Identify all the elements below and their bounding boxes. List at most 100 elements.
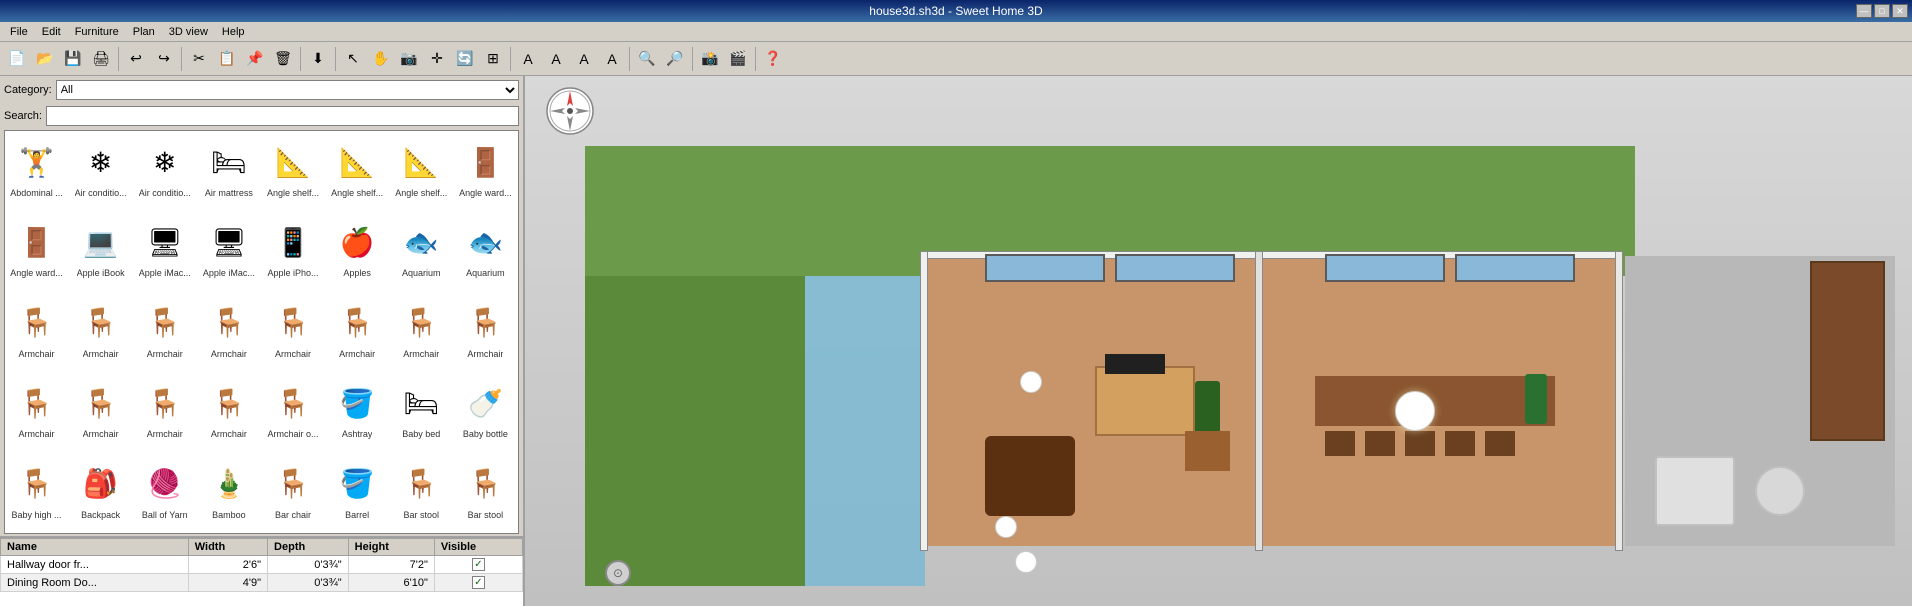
checkbox-visible-0[interactable]	[472, 558, 485, 571]
col-width[interactable]: Width	[188, 539, 267, 556]
save-button[interactable]: 💾	[60, 46, 86, 72]
paste-button[interactable]: 📌	[242, 46, 268, 72]
checkbox-visible-1[interactable]	[472, 576, 485, 589]
move-tool[interactable]: ✛	[424, 46, 450, 72]
select-tool[interactable]: ↖	[340, 46, 366, 72]
furniture-item-37[interactable]: 🪣 Barrel	[326, 453, 389, 533]
furniture-item-10[interactable]: 🖥 Apple iMac...	[133, 211, 196, 291]
furniture-item-15[interactable]: 🐟 Aquarium	[454, 211, 517, 291]
furniture-item-9[interactable]: 💻 Apple iBook	[69, 211, 132, 291]
separator-4	[335, 47, 336, 71]
furniture-item-0[interactable]: 🏋 Abdominal ...	[5, 131, 68, 211]
furniture-item-17[interactable]: 🪑 Armchair	[69, 292, 132, 372]
furniture-item-20[interactable]: 🪑 Armchair	[262, 292, 325, 372]
compass[interactable]	[545, 86, 595, 136]
titlebar-buttons[interactable]: — □ ✕	[1856, 4, 1908, 18]
undo-button[interactable]: ↩	[123, 46, 149, 72]
col-height[interactable]: Height	[348, 539, 434, 556]
furniture-item-24[interactable]: 🪑 Armchair	[5, 372, 68, 452]
furniture-item-3[interactable]: 🛏 Air mattress	[197, 131, 260, 211]
furniture-item-2[interactable]: ❄ Air conditio...	[133, 131, 196, 211]
menu-plan[interactable]: Plan	[127, 24, 161, 40]
furniture-item-28[interactable]: 🪑 Armchair o...	[262, 372, 325, 452]
furniture-item-4[interactable]: 📐 Angle shelf...	[262, 131, 325, 211]
table-row-0[interactable]: Hallway door fr... 2'6" 0'3¾" 7'2"	[1, 556, 523, 574]
separator-5	[510, 47, 511, 71]
col-visible[interactable]: Visible	[434, 539, 522, 556]
minimize-button[interactable]: —	[1856, 4, 1872, 18]
furniture-item-34[interactable]: 🧶 Ball of Yarn	[133, 453, 196, 533]
video-button[interactable]: 🎬	[725, 46, 751, 72]
print-button[interactable]: 🖨	[88, 46, 114, 72]
scene-3d[interactable]: ⊙	[525, 76, 1912, 606]
text-tool[interactable]: A	[515, 46, 541, 72]
furniture-item-16[interactable]: 🪑 Armchair	[5, 292, 68, 372]
furniture-item-36[interactable]: 🪑 Bar chair	[262, 453, 325, 533]
furniture-item-21[interactable]: 🪑 Armchair	[326, 292, 389, 372]
furniture-item-30[interactable]: 🛏 Baby bed	[390, 372, 453, 452]
furniture-item-31[interactable]: 🍼 Baby bottle	[454, 372, 517, 452]
zoom-out-button[interactable]: 🔎	[662, 46, 688, 72]
text3-tool[interactable]: A	[571, 46, 597, 72]
furniture-item-29[interactable]: 🪣 Ashtray	[326, 372, 389, 452]
menu-3dview[interactable]: 3D view	[163, 24, 214, 40]
import-button[interactable]: ⬇	[305, 46, 331, 72]
menu-help[interactable]: Help	[216, 24, 251, 40]
camera-tool[interactable]: 📷	[396, 46, 422, 72]
menu-file[interactable]: File	[4, 24, 34, 40]
nav-indicator[interactable]: ⊙	[605, 560, 631, 586]
furniture-thumb-26: 🪑	[139, 377, 191, 429]
menu-furniture[interactable]: Furniture	[69, 24, 125, 40]
category-select[interactable]: All Bathroom Bedroom Dining room Kitchen…	[56, 80, 519, 100]
furniture-item-18[interactable]: 🪑 Armchair	[133, 292, 196, 372]
pan-tool[interactable]: ✋	[368, 46, 394, 72]
furniture-item-26[interactable]: 🪑 Armchair	[133, 372, 196, 452]
furniture-item-25[interactable]: 🪑 Armchair	[69, 372, 132, 452]
furniture-label-11: Apple iMac...	[203, 268, 255, 278]
redo-button[interactable]: ↪	[151, 46, 177, 72]
furniture-item-12[interactable]: 📱 Apple iPho...	[262, 211, 325, 291]
separator-6	[629, 47, 630, 71]
furniture-item-7[interactable]: 🚪 Angle ward...	[454, 131, 517, 211]
text2-tool[interactable]: A	[543, 46, 569, 72]
zoom-in-button[interactable]: 🔍	[634, 46, 660, 72]
cell-visible-0[interactable]	[434, 556, 522, 574]
furniture-item-38[interactable]: 🪑 Bar stool	[390, 453, 453, 533]
right-panel[interactable]: ⊙	[525, 76, 1912, 606]
furniture-item-27[interactable]: 🪑 Armchair	[197, 372, 260, 452]
close-button[interactable]: ✕	[1892, 4, 1908, 18]
furniture-thumb-31: 🍼	[459, 377, 511, 429]
resize-tool[interactable]: ⊞	[480, 46, 506, 72]
furniture-item-33[interactable]: 🎒 Backpack	[69, 453, 132, 533]
rotate-tool[interactable]: 🔄	[452, 46, 478, 72]
furniture-item-23[interactable]: 🪑 Armchair	[454, 292, 517, 372]
copy-button[interactable]: 📋	[214, 46, 240, 72]
open-button[interactable]: 📂	[32, 46, 58, 72]
new-button[interactable]: 📄	[4, 46, 30, 72]
help-button[interactable]: ❓	[760, 46, 786, 72]
furniture-item-32[interactable]: 🪑 Baby high ...	[5, 453, 68, 533]
col-depth[interactable]: Depth	[268, 539, 349, 556]
cut-button[interactable]: ✂	[186, 46, 212, 72]
menu-edit[interactable]: Edit	[36, 24, 67, 40]
delete-button[interactable]: 🗑	[270, 46, 296, 72]
furniture-item-19[interactable]: 🪑 Armchair	[197, 292, 260, 372]
furniture-item-39[interactable]: 🪑 Bar stool	[454, 453, 517, 533]
text4-tool[interactable]: A	[599, 46, 625, 72]
search-input[interactable]	[46, 106, 519, 126]
furniture-item-14[interactable]: 🐟 Aquarium	[390, 211, 453, 291]
cell-visible-1[interactable]	[434, 574, 522, 592]
furniture-item-8[interactable]: 🚪 Angle ward...	[5, 211, 68, 291]
table-row-1[interactable]: Dining Room Do... 4'9" 0'3¾" 6'10"	[1, 574, 523, 592]
separator-8	[755, 47, 756, 71]
col-name[interactable]: Name	[1, 539, 189, 556]
furniture-item-5[interactable]: 📐 Angle shelf...	[326, 131, 389, 211]
furniture-item-13[interactable]: 🍎 Apples	[326, 211, 389, 291]
maximize-button[interactable]: □	[1874, 4, 1890, 18]
furniture-item-11[interactable]: 🖥 Apple iMac...	[197, 211, 260, 291]
furniture-item-35[interactable]: 🎍 Bamboo	[197, 453, 260, 533]
furniture-item-6[interactable]: 📐 Angle shelf...	[390, 131, 453, 211]
furniture-item-22[interactable]: 🪑 Armchair	[390, 292, 453, 372]
furniture-item-1[interactable]: ❄ Air conditio...	[69, 131, 132, 211]
photo-button[interactable]: 📸	[697, 46, 723, 72]
